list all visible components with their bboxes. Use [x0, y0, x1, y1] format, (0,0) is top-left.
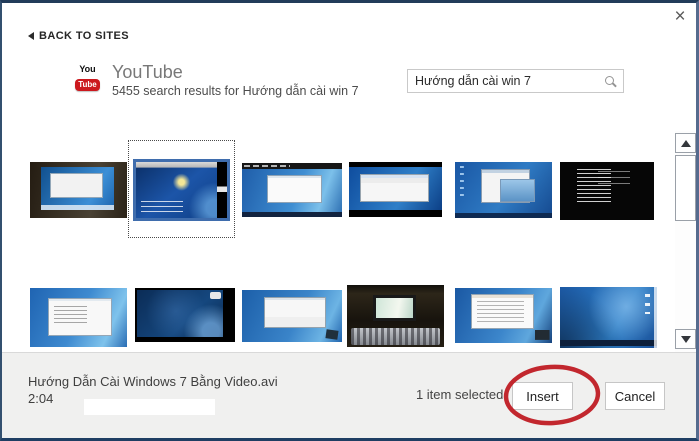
video-thumbnail-r1c6[interactable]	[560, 162, 654, 220]
selection-status: 1 item selected.	[416, 387, 507, 402]
footer-bar: Hướng Dẫn Cài Windows 7 Bằng Video.avi 2…	[2, 352, 696, 438]
back-arrow-icon	[28, 32, 34, 40]
video-thumbnail-r1c5[interactable]	[455, 162, 552, 218]
caption-blank-area	[84, 399, 215, 415]
scrollbar-thumb[interactable]	[675, 155, 696, 221]
video-thumbnail-r1c2[interactable]	[133, 159, 230, 221]
scroll-up-button[interactable]	[675, 133, 696, 153]
back-to-sites-link[interactable]: BACK TO SITES	[28, 30, 129, 42]
back-link-label: BACK TO SITES	[39, 30, 129, 42]
scroll-down-button[interactable]	[675, 329, 696, 349]
video-thumbnail-r2c1[interactable]	[30, 288, 127, 347]
video-thumbnail-r1c4[interactable]	[349, 162, 442, 217]
video-thumbnail-r2c3[interactable]	[242, 290, 342, 342]
youtube-logo-icon: You Tube	[74, 64, 101, 92]
thumbnail-gallery	[2, 128, 697, 353]
search-results-summary: 5455 search results for Hướng dẫn cài wi…	[112, 84, 359, 98]
video-thumbnail-r2c2[interactable]	[135, 288, 235, 342]
search-box	[407, 69, 624, 93]
youtube-logo-you: You	[74, 64, 101, 74]
video-thumbnail-r1c3[interactable]	[242, 163, 342, 217]
search-input[interactable]	[408, 70, 623, 92]
video-thumbnail-r2c6[interactable]	[560, 287, 657, 348]
youtube-logo-tube: Tube	[75, 79, 100, 91]
search-icon[interactable]	[605, 76, 614, 85]
selected-video-title: Hướng Dẫn Cài Windows 7 Bằng Video.avi	[28, 374, 278, 389]
provider-title: YouTube	[112, 62, 183, 83]
close-button[interactable]: ×	[669, 5, 691, 27]
video-thumbnail-r2c4[interactable]	[347, 285, 444, 347]
insert-button[interactable]: Insert	[512, 382, 573, 410]
arrow-down-icon	[681, 336, 691, 343]
scrollbar[interactable]	[675, 131, 696, 352]
video-thumbnail-r2c5[interactable]	[455, 288, 552, 343]
cancel-button[interactable]: Cancel	[605, 382, 665, 410]
arrow-up-icon	[681, 140, 691, 147]
selected-video-duration: 2:04	[28, 391, 53, 406]
video-thumbnail-r1c1[interactable]	[30, 162, 127, 218]
